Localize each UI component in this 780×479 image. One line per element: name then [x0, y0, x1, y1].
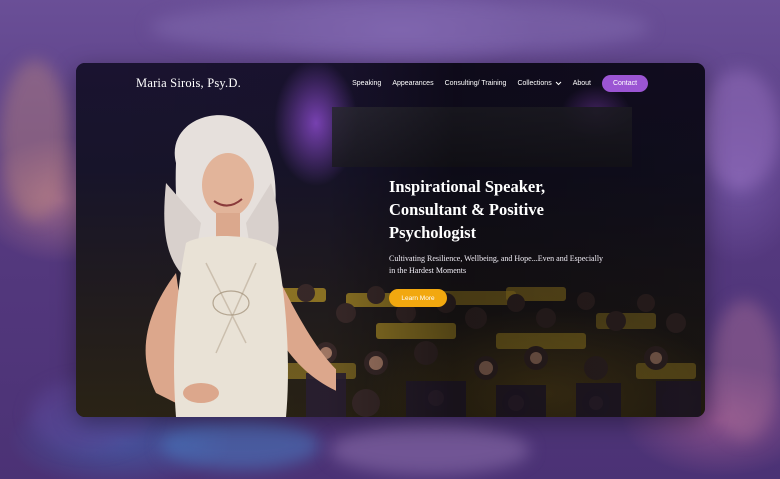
nav-menu: Speaking Appearances Consulting/ Trainin… [341, 75, 648, 92]
nav-item-collections[interactable]: Collections [517, 80, 562, 87]
contact-button[interactable]: Contact [602, 75, 648, 92]
hero-heading-line: Psychologist [389, 223, 477, 242]
site-logo[interactable]: Maria Sirois, Psy.D. [136, 76, 241, 91]
nav-item-appearances[interactable]: Appearances [392, 80, 433, 87]
nav-item-speaking[interactable]: Speaking [352, 80, 381, 87]
nav-item-about[interactable]: About [573, 80, 591, 87]
learn-more-button[interactable]: Learn More [389, 289, 447, 307]
hero-subtitle: Cultivating Resilience, Wellbeing, and H… [389, 254, 604, 275]
chevron-down-icon [555, 81, 562, 86]
hero-heading-line: Inspirational Speaker, [389, 177, 546, 196]
website-preview-card: Maria Sirois, Psy.D. Speaking Appearance… [76, 63, 705, 417]
nav-item-consulting-training[interactable]: Consulting/ Training [445, 80, 507, 87]
nav-item-collections-label: Collections [517, 80, 552, 87]
hero-heading: Inspirational Speaker, Consultant & Posi… [389, 175, 629, 244]
top-navigation: Maria Sirois, Psy.D. Speaking Appearance… [76, 63, 705, 103]
hero-heading-line: Consultant & Positive [389, 200, 544, 219]
hero-content: Inspirational Speaker, Consultant & Posi… [389, 175, 629, 307]
speaker-photo [145, 115, 336, 417]
